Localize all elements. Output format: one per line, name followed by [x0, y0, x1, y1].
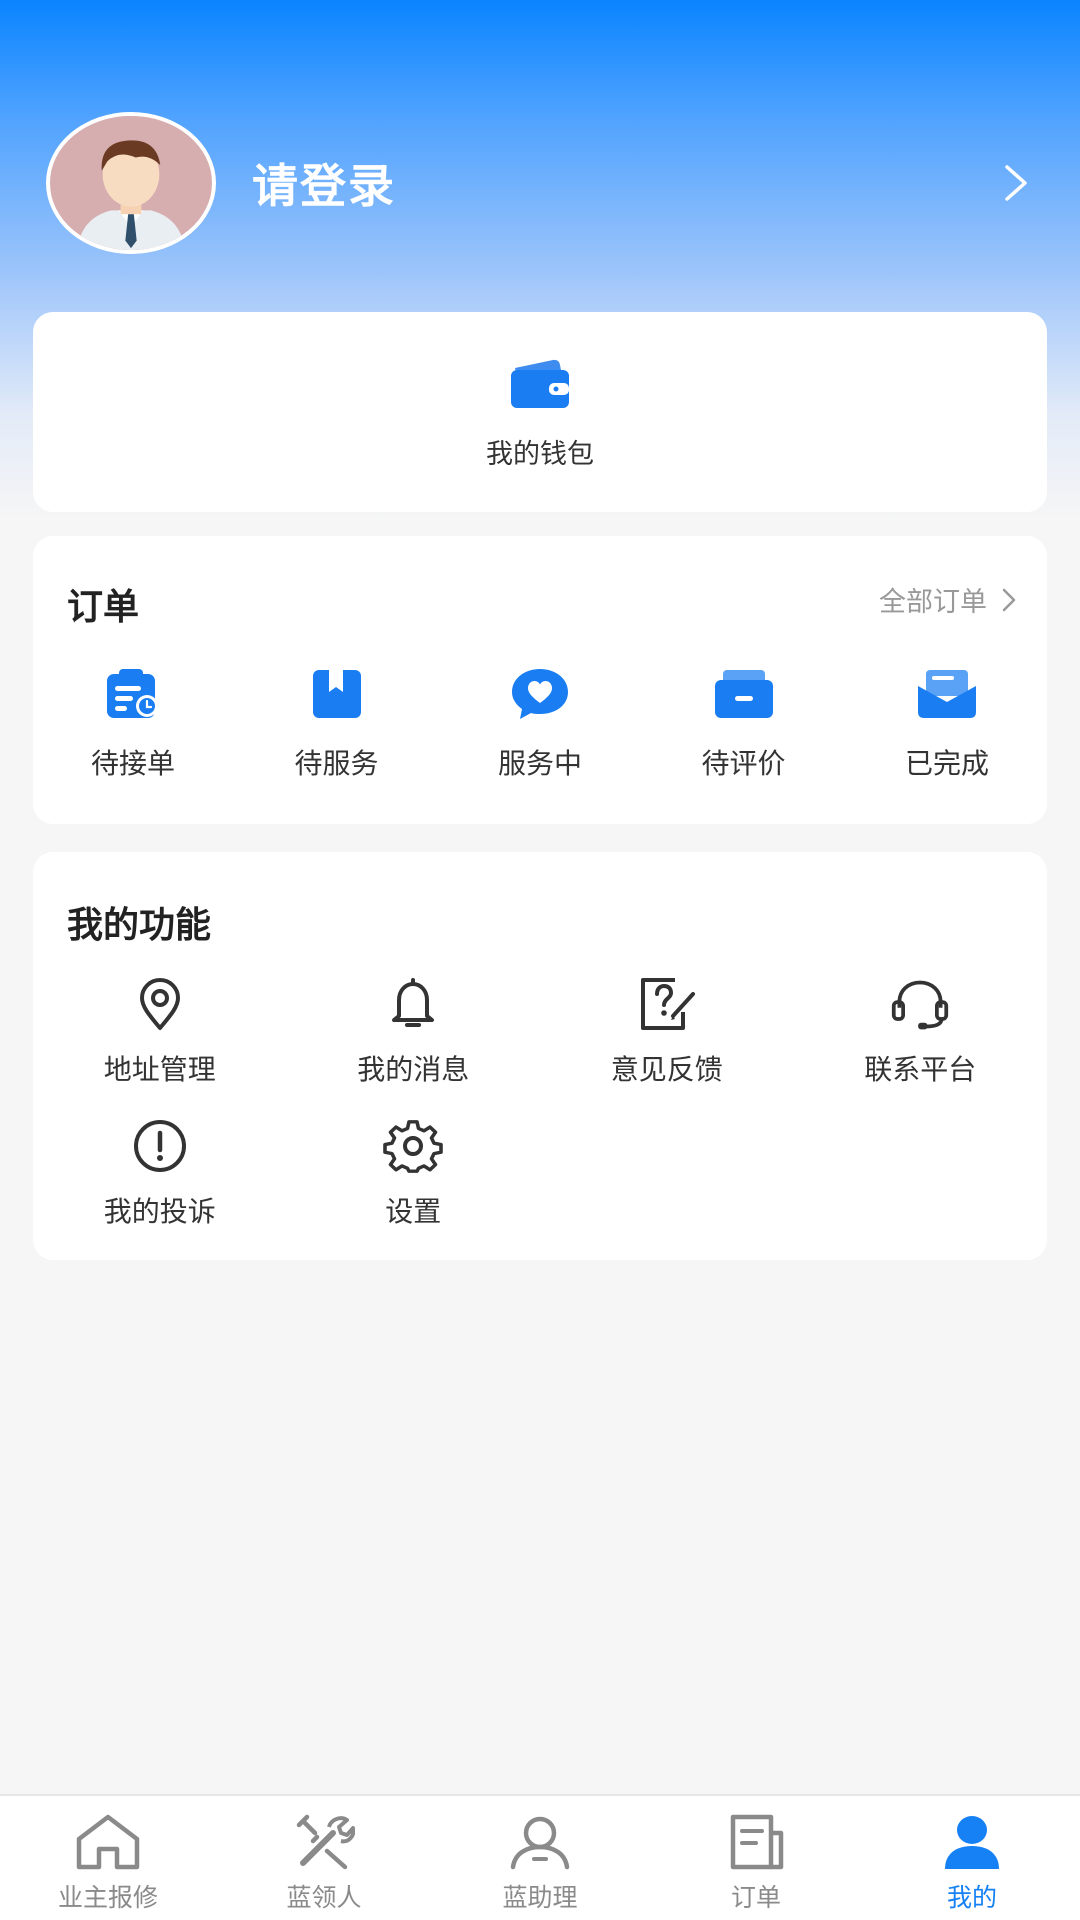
tools-icon [289, 1812, 359, 1872]
tab-owner-repair[interactable]: 业主报修 [0, 1796, 216, 1920]
order-status-label: 待服务 [294, 747, 379, 780]
house-icon [73, 1812, 143, 1872]
pending-review-icon [712, 664, 776, 724]
in-service-icon [508, 664, 572, 724]
tab-label: 蓝领人 [286, 1883, 362, 1912]
wallet-icon [509, 358, 571, 414]
function-my-complaints[interactable]: 我的投诉 [33, 1116, 287, 1230]
functions-card: 我的功能 地址管理 我的消息 意见反馈 联系平台 我的投诉 设置 [33, 852, 1047, 1260]
order-status-pending-review[interactable]: 待评价 [682, 664, 806, 782]
all-orders-label: 全部订单 [879, 587, 987, 618]
wallet-label: 我的钱包 [486, 439, 594, 470]
order-status-pending-accept[interactable]: 待接单 [71, 664, 195, 782]
feedback-icon [637, 974, 697, 1034]
location-pin-icon [130, 974, 190, 1034]
gear-icon [383, 1116, 444, 1176]
function-settings[interactable]: 设置 [287, 1116, 541, 1230]
profile-header[interactable]: 请登录 [46, 112, 1036, 254]
order-status-pending-service[interactable]: 待服务 [275, 664, 399, 782]
headset-icon [890, 974, 950, 1034]
function-label: 我的投诉 [103, 1195, 216, 1228]
function-my-messages[interactable]: 我的消息 [287, 974, 541, 1088]
function-label: 设置 [385, 1195, 442, 1228]
user-filled-icon [937, 1812, 1007, 1872]
chevron-right-icon [1001, 587, 1017, 613]
order-status-label: 待评价 [701, 747, 786, 780]
exclamation-icon [130, 1116, 190, 1176]
tab-label: 蓝助理 [502, 1883, 578, 1912]
tab-orders[interactable]: 订单 [648, 1796, 864, 1920]
tab-label: 业主报修 [57, 1883, 158, 1912]
orders-title: 订单 [67, 587, 140, 628]
function-label: 联系平台 [864, 1053, 977, 1086]
wallet-button[interactable]: 我的钱包 [33, 358, 1047, 471]
wallet-card: 我的钱包 [33, 312, 1047, 512]
tab-blue-collar[interactable]: 蓝领人 [216, 1796, 432, 1920]
bell-icon [383, 974, 443, 1034]
order-status-row: 待接单 待服务 服务中 待评价 已完成 [33, 664, 1047, 782]
function-label: 地址管理 [103, 1053, 216, 1086]
function-feedback[interactable]: 意见反馈 [540, 974, 794, 1088]
tab-blue-assistant[interactable]: 蓝助理 [432, 1796, 648, 1920]
pending-service-icon [305, 664, 369, 724]
tab-mine[interactable]: 我的 [864, 1796, 1080, 1920]
order-doc-icon [721, 1812, 791, 1872]
function-contact-platform[interactable]: 联系平台 [794, 974, 1048, 1088]
avatar-person-icon [50, 116, 212, 250]
function-label: 意见反馈 [610, 1053, 723, 1086]
functions-grid: 地址管理 我的消息 意见反馈 联系平台 我的投诉 设置 [33, 974, 1047, 1230]
avatar[interactable] [46, 112, 216, 254]
order-status-label: 待接单 [90, 747, 175, 780]
completed-icon [915, 664, 979, 724]
bottom-tab-bar: 业主报修 蓝领人 蓝助理 订单 我的 [0, 1794, 1080, 1920]
order-status-label: 已完成 [904, 747, 989, 780]
function-label: 我的消息 [357, 1053, 470, 1086]
login-prompt[interactable]: 请登录 [252, 150, 396, 216]
pending-accept-icon [101, 664, 165, 724]
all-orders-link[interactable]: 全部订单 [879, 580, 1017, 619]
tab-label: 我的 [946, 1883, 997, 1912]
person-icon [505, 1812, 575, 1872]
orders-card: 订单 全部订单 待接单 待服务 服务中 待评价 已完成 [33, 536, 1047, 824]
functions-title: 我的功能 [67, 905, 212, 946]
order-status-label: 服务中 [497, 747, 582, 780]
function-address-management[interactable]: 地址管理 [33, 974, 287, 1088]
order-status-in-service[interactable]: 服务中 [478, 664, 602, 782]
tab-label: 订单 [730, 1883, 781, 1912]
chevron-right-icon[interactable] [996, 163, 1036, 203]
order-status-completed[interactable]: 已完成 [885, 664, 1009, 782]
